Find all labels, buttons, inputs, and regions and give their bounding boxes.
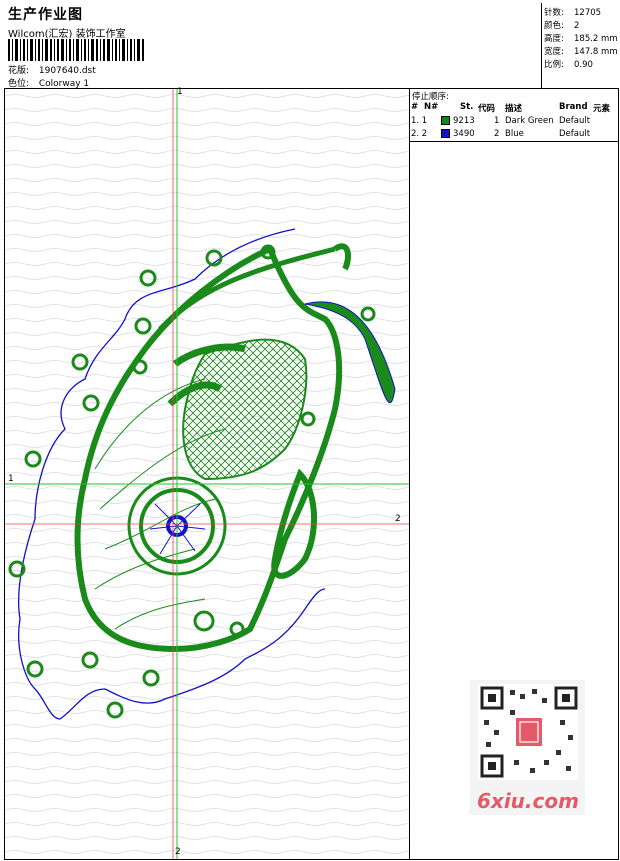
- row-1-stop: 1: [494, 116, 500, 126]
- company-name: Wilcom(汇宏) 装饰工作室: [8, 29, 126, 40]
- qr-code-icon: [478, 684, 578, 780]
- stats-box: 针数: 12705 颜色: 2 高度: 185.2 mm 宽度: 147.8 mm 比例…: [541, 3, 618, 89]
- row-1-brand: Default: [559, 116, 591, 126]
- col-number: N#: [424, 102, 439, 112]
- stitches-stat: 针数: 12705: [544, 6, 601, 18]
- col-desc: 描述: [505, 104, 523, 114]
- scale-value: 0.90: [574, 60, 593, 70]
- row-2-swatch: [441, 129, 450, 138]
- colors-value: 2: [574, 21, 580, 31]
- page-title: 生产作业图: [8, 7, 83, 23]
- watermark-text: 6xiu.com: [477, 789, 579, 813]
- axis-label-right: 2: [395, 514, 401, 524]
- col-code: 代码: [478, 104, 496, 114]
- row-2-code: 3490: [453, 129, 475, 139]
- design-label: 花版:: [8, 66, 30, 76]
- panel-title: 停止顺序:: [412, 92, 449, 102]
- design-value: 1907640.dst: [38, 66, 96, 76]
- header: 生产作业图 Wilcom(汇宏) 装饰工作室 花版: 1907640.dst 色…: [4, 3, 542, 89]
- height-stat: 高度: 185.2 mm: [544, 32, 618, 44]
- col-element: 元素: [593, 104, 611, 114]
- col-brand: Brand: [559, 102, 588, 112]
- width-label: 宽度:: [544, 47, 564, 57]
- width-value: 147.8 mm: [574, 47, 618, 57]
- design-file-row: 花版: 1907640.dst: [8, 63, 96, 76]
- height-label: 高度:: [544, 34, 564, 44]
- row-1-swatch: [441, 116, 450, 125]
- row-2-index: 2. 2: [411, 129, 428, 139]
- height-value: 185.2 mm: [574, 34, 618, 44]
- width-stat: 宽度: 147.8 mm: [544, 45, 618, 57]
- col-index: #: [411, 102, 419, 112]
- panel-divider: [410, 141, 618, 142]
- row-2-desc: Blue: [505, 129, 524, 139]
- embroidery-design: [5, 89, 409, 859]
- row-2-stop: 2: [494, 129, 500, 139]
- stitches-value: 12705: [574, 8, 602, 18]
- design-canvas[interactable]: 1 2 1 2: [4, 87, 410, 860]
- scale-label: 比例:: [544, 60, 564, 70]
- scale-stat: 比例: 0.90: [544, 58, 593, 70]
- colors-stat: 颜色: 2: [544, 19, 579, 31]
- row-1-code: 9213: [453, 116, 475, 126]
- col-stop: St.: [460, 102, 474, 112]
- stitches-label: 针数:: [544, 8, 564, 18]
- row-1-desc: Dark Green: [505, 116, 554, 126]
- colors-label: 颜色:: [544, 21, 564, 31]
- axis-label-bottom: 2: [175, 847, 181, 857]
- axis-label-left: 1: [8, 474, 14, 484]
- row-2-brand: Default: [559, 129, 591, 139]
- axis-label-top: 1: [177, 87, 183, 97]
- barcode: [8, 39, 144, 61]
- row-1-index: 1. 1: [411, 116, 428, 126]
